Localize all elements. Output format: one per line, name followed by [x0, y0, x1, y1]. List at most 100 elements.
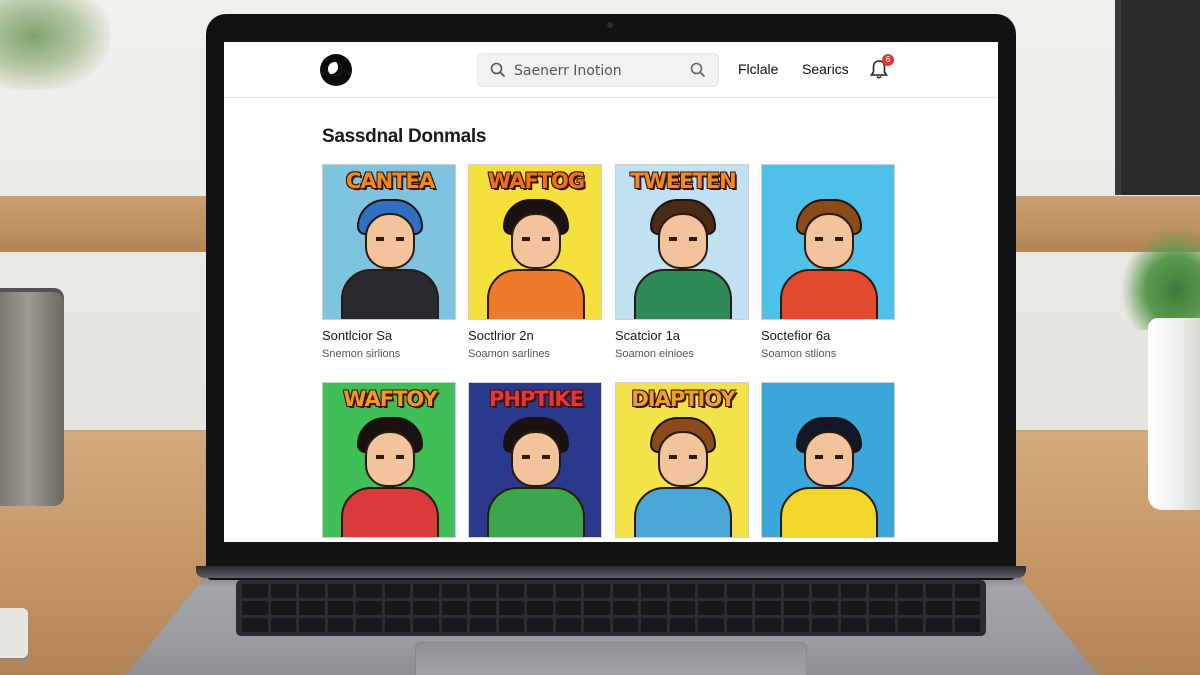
keyboard-key	[926, 618, 952, 632]
keyboard-key	[840, 618, 866, 632]
comic-cover-image[interactable]: TWEETEN	[615, 164, 749, 320]
character-shirt	[634, 269, 732, 319]
keyboard-key	[327, 584, 353, 598]
comic-cover-image[interactable]: WAFTOG	[468, 164, 602, 320]
keyboard-key	[242, 584, 268, 598]
character-shirt	[341, 269, 439, 319]
keyboard-key	[527, 601, 553, 615]
nav-link-1[interactable]: Flclale	[738, 61, 778, 77]
keyboard-key	[413, 601, 439, 615]
background-plant	[0, 0, 110, 90]
keyboard-key	[869, 584, 895, 598]
comic-cover-image[interactable]	[761, 164, 895, 320]
search-placeholder: Saenerr Inotion	[514, 63, 622, 79]
keyboard-key	[356, 618, 382, 632]
keyboard-key	[384, 601, 410, 615]
keyboard-key	[242, 618, 268, 632]
keyboard-key	[869, 618, 895, 632]
search-input[interactable]: Saenerr Inotion	[477, 53, 719, 87]
character-eyes	[815, 237, 843, 241]
comic-card[interactable]: TWEETEN Scatcior 1a Soamon einioes	[615, 164, 749, 360]
keyboard-key	[726, 584, 752, 598]
cover-title-text: DIAPTIOY	[631, 387, 735, 411]
nav-link-2[interactable]: Searics	[802, 61, 849, 77]
keyboard-key	[299, 601, 325, 615]
character-face	[804, 213, 854, 269]
character-shirt	[634, 487, 732, 537]
comic-card[interactable]: CANTEA Sontlcior Sa Snemon sirlions	[322, 164, 456, 360]
character-eyes	[815, 455, 843, 459]
character-eyes	[669, 237, 697, 241]
comic-card-title[interactable]: Sontlcior Sa	[322, 328, 456, 343]
keyboard-key	[470, 584, 496, 598]
search-submit-icon[interactable]	[690, 62, 706, 78]
keyboard-key	[527, 618, 553, 632]
comic-card-title[interactable]: Soctlrior 2n	[468, 328, 602, 343]
comic-card[interactable]: DIAPTIOYSoatlorf	[615, 382, 749, 542]
comic-card-title[interactable]: Scatcior 1a	[615, 328, 749, 343]
keyboard-key	[384, 618, 410, 632]
top-navbar: Saenerr Inotion Flclale Searics 6	[224, 42, 998, 98]
keyboard-key	[726, 618, 752, 632]
comic-card[interactable]: WAFTOG Soctlrior 2n Soamon sarlines	[468, 164, 602, 360]
keyboard-key	[498, 601, 524, 615]
keyboard-key	[242, 601, 268, 615]
keyboard-key	[926, 584, 952, 598]
character-face	[365, 431, 415, 487]
keyboard-key	[954, 601, 980, 615]
character-face	[365, 213, 415, 269]
keyboard-key	[527, 584, 553, 598]
keyboard-key	[641, 601, 667, 615]
comic-cover-image[interactable]: CANTEA	[322, 164, 456, 320]
comic-card[interactable]: WAFTOYSontlorf	[322, 382, 456, 542]
keyboard-key	[384, 584, 410, 598]
keyboard-key	[897, 584, 923, 598]
comic-card-subtitle: Soamon sarlines	[468, 348, 550, 360]
character-shirt	[487, 269, 585, 319]
comic-card[interactable]: PHPTIKESontlorf	[468, 382, 602, 542]
keyboard-key	[840, 601, 866, 615]
keyboard-key	[356, 601, 382, 615]
keyboard-key	[327, 618, 353, 632]
cover-title-text: TWEETEN	[630, 169, 736, 193]
comic-cover-image[interactable]	[761, 382, 895, 538]
comic-card[interactable]: Soctefior 6a Soamon stlions	[761, 164, 895, 360]
webcam-icon	[607, 22, 613, 28]
keyboard-key	[641, 584, 667, 598]
comic-card[interactable]: Scataior f	[761, 382, 895, 542]
keyboard-key	[441, 584, 467, 598]
keyboard-key	[698, 601, 724, 615]
laptop-hinge	[196, 566, 1026, 578]
keyboard-key	[584, 618, 610, 632]
keyboard-key	[783, 618, 809, 632]
keyboard-key	[897, 601, 923, 615]
keyboard-key	[755, 618, 781, 632]
keyboard-key	[897, 618, 923, 632]
trackpad	[415, 642, 807, 675]
character-eyes	[376, 237, 404, 241]
screen: Saenerr Inotion Flclale Searics 6 Sassdn…	[224, 42, 998, 542]
keyboard-key	[270, 618, 296, 632]
mug	[0, 292, 64, 506]
keyboard-key	[954, 618, 980, 632]
character-eyes	[669, 455, 697, 459]
app-logo-icon[interactable]	[320, 54, 352, 86]
keyboard-key	[270, 601, 296, 615]
character-eyes	[522, 237, 550, 241]
comic-card-title[interactable]: Soctefior 6a	[761, 328, 895, 343]
keyboard-key	[669, 601, 695, 615]
keyboard-key	[812, 618, 838, 632]
comic-cover-image[interactable]: PHPTIKE	[468, 382, 602, 538]
comic-cover-image[interactable]: DIAPTIOY	[615, 382, 749, 538]
keyboard-key	[641, 618, 667, 632]
keyboard-key	[726, 601, 752, 615]
comic-card-subtitle: Snemon sirlions	[322, 348, 401, 360]
comic-cover-image[interactable]: WAFTOY	[322, 382, 456, 538]
character-shirt	[487, 487, 585, 537]
plant-pot	[1148, 318, 1200, 510]
keyboard-key	[356, 584, 382, 598]
keyboard-key	[698, 584, 724, 598]
keyboard-key	[926, 601, 952, 615]
keyboard-key	[555, 601, 581, 615]
keyboard-key	[584, 584, 610, 598]
